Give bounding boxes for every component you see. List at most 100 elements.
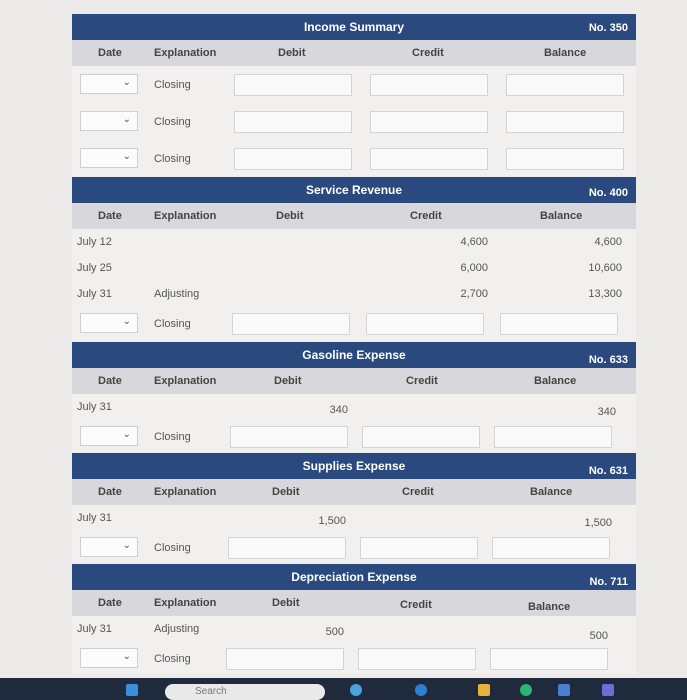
column-headers: Date Explanation Debit Credit Balance xyxy=(72,40,636,66)
balance-input[interactable] xyxy=(500,313,618,335)
col-credit: Credit xyxy=(412,47,444,59)
debit-input[interactable] xyxy=(232,313,350,335)
ledger-title: Supplies Expense xyxy=(302,459,406,473)
row-credit: 4,600 xyxy=(460,236,488,248)
closing-row: ⌄ Closing xyxy=(72,307,636,341)
col-debit: Debit xyxy=(276,210,304,222)
ledger-number: No. 350 xyxy=(588,22,628,34)
date-select[interactable]: ⌄ xyxy=(80,537,138,557)
closing-row: ⌄ Closing xyxy=(72,420,636,452)
debit-input[interactable] xyxy=(228,537,346,559)
col-balance: Balance xyxy=(530,486,573,498)
ledger-number: No. 633 xyxy=(588,354,628,366)
col-explanation: Explanation xyxy=(154,375,217,387)
ledger-title: Service Revenue xyxy=(305,183,403,197)
ledger-title: Gasoline Expense xyxy=(302,348,406,362)
ledger-depreciation-expense: Depreciation Expense No. 711 Date Explan… xyxy=(72,564,636,674)
col-explanation: Explanation xyxy=(154,210,217,222)
col-credit: Credit xyxy=(410,210,442,222)
closing-label: Closing xyxy=(154,153,191,165)
row-explanation: Adjusting xyxy=(154,623,200,635)
balance-input[interactable] xyxy=(506,148,624,170)
credit-input[interactable] xyxy=(366,313,484,335)
row-date: July 31 xyxy=(77,623,112,635)
ledger-title: Income Summary xyxy=(303,20,405,34)
closing-label: Closing xyxy=(154,653,191,665)
debit-input[interactable] xyxy=(234,148,352,170)
ledger-number: No. 631 xyxy=(588,465,628,477)
date-select[interactable]: ⌄ xyxy=(80,148,138,168)
debit-input[interactable] xyxy=(226,648,344,670)
ledger-header: Income Summary No. 350 xyxy=(72,14,636,40)
col-debit: Debit xyxy=(272,486,300,498)
row-date: July 31 xyxy=(77,401,112,413)
balance-input[interactable] xyxy=(506,111,624,133)
app-icon[interactable] xyxy=(520,684,532,696)
browser-icon[interactable] xyxy=(350,684,362,696)
column-headers: Date Explanation Debit Credit Balance xyxy=(72,479,636,505)
row-balance: 10,600 xyxy=(588,262,622,274)
row-debit: 340 xyxy=(329,404,348,416)
col-date: Date xyxy=(98,47,122,59)
balance-input[interactable] xyxy=(490,648,608,670)
ledger-income-summary: Income Summary No. 350 Date Explanation … xyxy=(72,14,636,177)
app-icon[interactable] xyxy=(558,684,570,696)
folder-icon[interactable] xyxy=(478,684,490,696)
row-balance: 340 xyxy=(597,406,616,418)
row-credit: 6,000 xyxy=(460,262,488,274)
ledger-header: Depreciation Expense No. 711 xyxy=(72,564,636,590)
debit-input[interactable] xyxy=(234,111,352,133)
debit-input[interactable] xyxy=(230,426,348,448)
credit-input[interactable] xyxy=(358,648,476,670)
taskbar-search[interactable]: Search xyxy=(165,684,325,700)
column-headers: Date Explanation Debit Credit Balance xyxy=(72,368,636,394)
table-row: July 31 Adjusting 2,700 13,300 xyxy=(72,281,636,307)
date-select[interactable]: ⌄ xyxy=(80,111,138,131)
debit-input[interactable] xyxy=(234,74,352,96)
row-balance: 1,500 xyxy=(584,517,612,529)
app-icon[interactable] xyxy=(602,684,614,696)
chevron-down-icon: ⌄ xyxy=(122,540,131,551)
closing-row: ⌄ Closing xyxy=(72,531,636,563)
row-date: July 31 xyxy=(77,512,112,524)
balance-input[interactable] xyxy=(492,537,610,559)
balance-input[interactable] xyxy=(494,426,612,448)
taskbar: Search xyxy=(0,678,687,700)
credit-input[interactable] xyxy=(370,148,488,170)
col-balance: Balance xyxy=(544,47,587,59)
row-date: July 25 xyxy=(77,262,112,274)
chevron-down-icon: ⌄ xyxy=(122,151,131,162)
credit-input[interactable] xyxy=(360,537,478,559)
chevron-down-icon: ⌄ xyxy=(122,316,131,327)
closing-label: Closing xyxy=(154,116,191,128)
edge-icon[interactable] xyxy=(415,684,427,696)
date-select[interactable]: ⌄ xyxy=(80,426,138,446)
ledger-page: Income Summary No. 350 Date Explanation … xyxy=(0,0,687,700)
windows-start-icon[interactable] xyxy=(126,684,138,696)
row-balance: 500 xyxy=(589,630,608,642)
row-date: July 12 xyxy=(77,236,112,248)
ledger-title: Depreciation Expense xyxy=(291,570,417,584)
search-label: Search xyxy=(195,686,227,697)
col-balance: Balance xyxy=(528,601,571,613)
date-select[interactable]: ⌄ xyxy=(80,648,138,668)
date-select[interactable]: ⌄ xyxy=(80,74,138,94)
ledger-supplies-expense: Supplies Expense No. 631 Date Explanatio… xyxy=(72,453,636,563)
closing-label: Closing xyxy=(154,542,191,554)
date-select[interactable]: ⌄ xyxy=(80,313,138,333)
col-explanation: Explanation xyxy=(154,486,217,498)
credit-input[interactable] xyxy=(370,111,488,133)
credit-input[interactable] xyxy=(362,426,480,448)
col-balance: Balance xyxy=(534,375,577,387)
chevron-down-icon: ⌄ xyxy=(122,651,131,662)
col-balance: Balance xyxy=(540,210,583,222)
closing-label: Closing xyxy=(154,79,191,91)
col-date: Date xyxy=(98,486,122,498)
credit-input[interactable] xyxy=(370,74,488,96)
table-row: July 31 Adjusting 500 500 xyxy=(72,616,636,642)
col-explanation: Explanation xyxy=(154,47,217,59)
ledger-gasoline-expense: Gasoline Expense No. 633 Date Explanatio… xyxy=(72,342,636,452)
column-headers: Date Explanation Debit Credit Balance xyxy=(72,590,636,616)
balance-input[interactable] xyxy=(506,74,624,96)
closing-row: ⌄ Closing xyxy=(72,140,636,177)
